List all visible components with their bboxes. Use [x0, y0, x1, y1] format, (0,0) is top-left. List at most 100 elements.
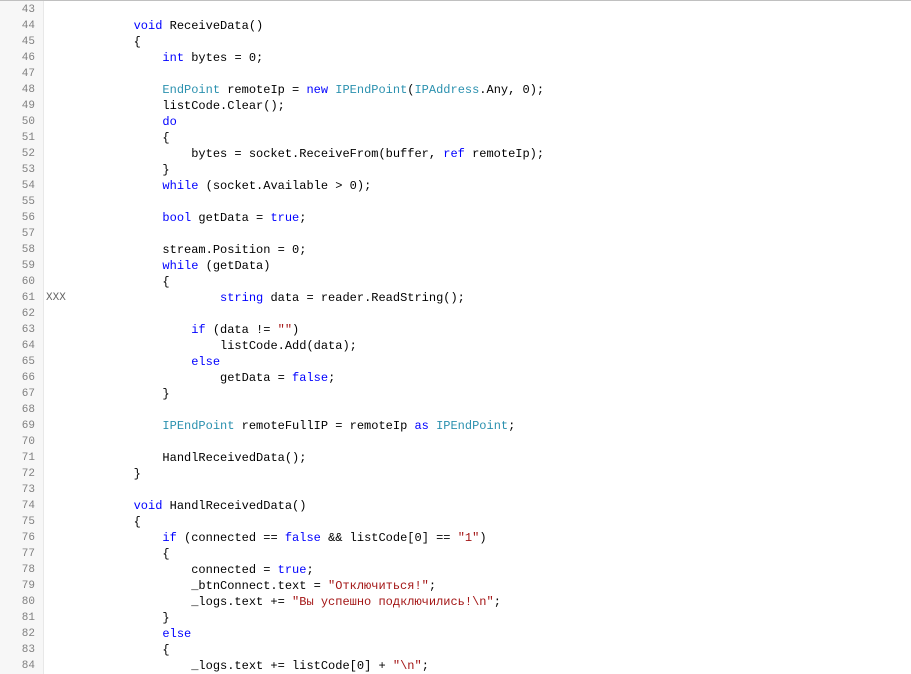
- marker-cell: [44, 610, 72, 626]
- code-line[interactable]: listCode.Clear();: [76, 98, 911, 114]
- marker-cell: [44, 386, 72, 402]
- code-line[interactable]: else: [76, 626, 911, 642]
- code-line[interactable]: int bytes = 0;: [76, 50, 911, 66]
- line-number: 82: [0, 626, 35, 642]
- code-line[interactable]: do: [76, 114, 911, 130]
- marker-cell: [44, 546, 72, 562]
- marker-cell: [44, 466, 72, 482]
- code-line[interactable]: [76, 2, 911, 18]
- code-line[interactable]: getData = false;: [76, 370, 911, 386]
- line-number: 43: [0, 2, 35, 18]
- line-number: 58: [0, 242, 35, 258]
- line-number: 57: [0, 226, 35, 242]
- line-number: 63: [0, 322, 35, 338]
- code-line[interactable]: IPEndPoint remoteFullIP = remoteIp as IP…: [76, 418, 911, 434]
- marker-cell: [44, 354, 72, 370]
- marker-cell: [44, 642, 72, 658]
- marker-cell: [44, 498, 72, 514]
- marker-cell: [44, 418, 72, 434]
- line-number: 72: [0, 466, 35, 482]
- marker-cell: [44, 434, 72, 450]
- code-line[interactable]: }: [76, 386, 911, 402]
- line-number: 80: [0, 594, 35, 610]
- line-number: 68: [0, 402, 35, 418]
- code-line[interactable]: bool getData = true;: [76, 210, 911, 226]
- marker-cell: [44, 514, 72, 530]
- line-number: 59: [0, 258, 35, 274]
- line-number: 81: [0, 610, 35, 626]
- marker-cell: [44, 306, 72, 322]
- line-number: 47: [0, 66, 35, 82]
- code-line[interactable]: [76, 226, 911, 242]
- line-number: 61: [0, 290, 35, 306]
- code-line[interactable]: {: [76, 546, 911, 562]
- marker-cell: [44, 274, 72, 290]
- marker-cell: [44, 226, 72, 242]
- marker-cell: [44, 194, 72, 210]
- marker-cell: [44, 562, 72, 578]
- code-line[interactable]: _logs.text += listCode[0] + "\n";: [76, 658, 911, 674]
- code-line[interactable]: [76, 482, 911, 498]
- code-line[interactable]: [76, 434, 911, 450]
- marker-cell: [44, 370, 72, 386]
- line-number: 69: [0, 418, 35, 434]
- code-line[interactable]: stream.Position = 0;: [76, 242, 911, 258]
- code-line[interactable]: void ReceiveData(): [76, 18, 911, 34]
- marker-cell: [44, 594, 72, 610]
- line-number: 62: [0, 306, 35, 322]
- line-number: 45: [0, 34, 35, 50]
- line-number: 55: [0, 194, 35, 210]
- marker-cell: [44, 530, 72, 546]
- code-line[interactable]: {: [76, 642, 911, 658]
- code-line[interactable]: while (getData): [76, 258, 911, 274]
- code-line[interactable]: {: [76, 34, 911, 50]
- code-line[interactable]: _btnConnect.text = "Отключиться!";: [76, 578, 911, 594]
- code-line[interactable]: EndPoint remoteIp = new IPEndPoint(IPAdd…: [76, 82, 911, 98]
- marker-cell: [44, 114, 72, 130]
- line-number: 70: [0, 434, 35, 450]
- marker-cell: [44, 322, 72, 338]
- line-number: 46: [0, 50, 35, 66]
- code-line[interactable]: {: [76, 130, 911, 146]
- code-line[interactable]: listCode.Add(data);: [76, 338, 911, 354]
- marker-cell: [44, 402, 72, 418]
- marker-cell: [44, 626, 72, 642]
- line-number: 52: [0, 146, 35, 162]
- marker-cell: [44, 338, 72, 354]
- line-number-gutter: 4344454647484950515253545556575859606162…: [0, 1, 44, 674]
- code-line[interactable]: }: [76, 466, 911, 482]
- line-number: 75: [0, 514, 35, 530]
- marker-cell: [44, 482, 72, 498]
- code-line[interactable]: [76, 306, 911, 322]
- code-line[interactable]: [76, 402, 911, 418]
- line-number: 73: [0, 482, 35, 498]
- line-number: 76: [0, 530, 35, 546]
- code-line[interactable]: }: [76, 610, 911, 626]
- code-line[interactable]: else: [76, 354, 911, 370]
- code-line[interactable]: {: [76, 274, 911, 290]
- marker-cell: [44, 18, 72, 34]
- marker-cell: [44, 162, 72, 178]
- marker-cell: [44, 146, 72, 162]
- code-line[interactable]: string data = reader.ReadString();: [76, 290, 911, 306]
- code-line[interactable]: while (socket.Available > 0);: [76, 178, 911, 194]
- code-line[interactable]: _logs.text += "Вы успешно подключились!\…: [76, 594, 911, 610]
- line-number: 65: [0, 354, 35, 370]
- code-line[interactable]: {: [76, 514, 911, 530]
- code-line[interactable]: void HandlReceivedData(): [76, 498, 911, 514]
- marker-cell: [44, 658, 72, 674]
- marker-cell: [44, 34, 72, 50]
- code-line[interactable]: HandlReceivedData();: [76, 450, 911, 466]
- line-number: 67: [0, 386, 35, 402]
- code-line[interactable]: }: [76, 162, 911, 178]
- code-area[interactable]: void ReceiveData() { int bytes = 0; EndP…: [72, 1, 911, 674]
- code-line[interactable]: bytes = socket.ReceiveFrom(buffer, ref r…: [76, 146, 911, 162]
- code-line[interactable]: [76, 194, 911, 210]
- marker-cell: [44, 178, 72, 194]
- code-line[interactable]: if (connected == false && listCode[0] ==…: [76, 530, 911, 546]
- code-line[interactable]: if (data != ""): [76, 322, 911, 338]
- line-number: 78: [0, 562, 35, 578]
- code-line[interactable]: [76, 66, 911, 82]
- code-editor[interactable]: 4344454647484950515253545556575859606162…: [0, 0, 911, 674]
- code-line[interactable]: connected = true;: [76, 562, 911, 578]
